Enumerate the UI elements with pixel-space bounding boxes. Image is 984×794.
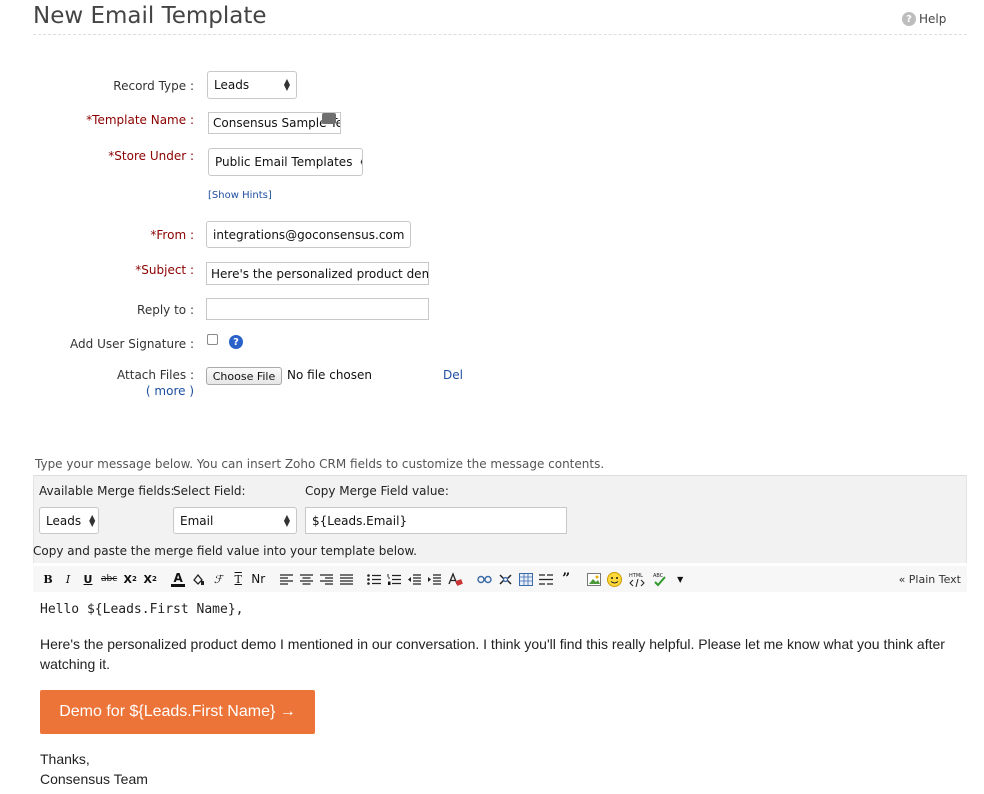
demo-button[interactable]: Demo for ${Leads.First Name} → xyxy=(40,690,315,734)
numbered-list-icon[interactable] xyxy=(387,569,402,589)
select-arrows-icon: ▲▼ xyxy=(283,77,290,92)
help-label: Help xyxy=(919,12,947,26)
help-link[interactable]: ? Help xyxy=(902,12,946,26)
indent-icon[interactable] xyxy=(427,569,442,589)
subscript-icon[interactable]: X2 xyxy=(123,569,137,589)
subject-input[interactable]: Here's the personalized product demo xyxy=(206,262,429,285)
svg-text:HTML: HTML xyxy=(629,573,643,579)
bold-icon[interactable]: B xyxy=(41,569,55,589)
message-closing: Thanks, xyxy=(40,751,90,767)
store-under-value: Public Email Templates xyxy=(215,155,353,169)
svg-text:ABC: ABC xyxy=(653,573,664,579)
copy-merge-value-input[interactable]: ${Leads.Email} xyxy=(305,507,567,534)
spell-check-icon[interactable]: ABC xyxy=(652,569,670,589)
font-family-icon[interactable]: ℱ xyxy=(211,569,225,589)
record-type-label: Record Type : xyxy=(113,79,194,93)
available-fields-select[interactable]: Leads ▲ ▼ xyxy=(39,507,99,534)
info-icon[interactable]: ? xyxy=(229,335,243,349)
clear-format-icon[interactable] xyxy=(447,569,464,589)
select-arrows-icon: ▲▼ xyxy=(283,512,290,528)
underline-icon[interactable]: U xyxy=(81,569,95,589)
align-center-icon[interactable] xyxy=(299,569,313,589)
attach-files-label: Attach Files : xyxy=(117,368,194,382)
message-paragraph: Here's the personalized product demo I m… xyxy=(40,636,945,672)
more-attachments-link[interactable]: ( more ) xyxy=(140,384,194,398)
message-signature: Consensus Team xyxy=(40,771,148,787)
copy-note: Copy and paste the merge field value int… xyxy=(33,544,417,558)
message-greeting: Hello ${Leads.First Name}, xyxy=(40,602,244,617)
file-status: No file chosen xyxy=(287,368,373,382)
signature-label: Add User Signature : xyxy=(70,337,194,351)
copy-value-label: Copy Merge Field value: xyxy=(305,484,449,498)
normal-format-icon[interactable]: Nr xyxy=(251,569,265,589)
horizontal-rule-icon[interactable] xyxy=(539,569,554,589)
link-icon[interactable] xyxy=(477,569,492,589)
store-under-label: *Store Under : xyxy=(108,149,194,163)
merge-instructions: Type your message below. You can insert … xyxy=(35,457,605,471)
reply-to-input[interactable] xyxy=(206,298,429,320)
align-left-icon[interactable] xyxy=(279,569,293,589)
spell-check-dropdown-icon[interactable]: ▼ xyxy=(673,569,687,589)
available-fields-value: Leads xyxy=(46,513,82,528)
copy-merge-value: ${Leads.Email} xyxy=(312,513,408,528)
strikethrough-icon[interactable]: abc xyxy=(101,569,117,589)
select-arrows-icon: ▲▼ xyxy=(360,155,362,169)
html-source-icon[interactable]: HTML xyxy=(628,569,646,589)
emoticon-icon[interactable] xyxy=(607,569,623,589)
delete-attachment-link[interactable]: Del xyxy=(443,368,463,382)
record-type-select[interactable]: Leads ▲ ▼ xyxy=(207,71,297,99)
autofill-icon[interactable] xyxy=(322,113,336,124)
align-justify-icon[interactable] xyxy=(339,569,353,589)
title-divider xyxy=(33,34,967,35)
store-under-select[interactable]: Public Email Templates ▲▼ xyxy=(208,148,363,176)
subject-value: Here's the personalized product demo xyxy=(211,266,429,281)
highlight-color-icon[interactable] xyxy=(191,569,205,589)
unlink-icon[interactable] xyxy=(498,569,513,589)
reply-to-label: Reply to : xyxy=(137,303,194,317)
available-fields-label: Available Merge fields: xyxy=(39,484,175,498)
select-arrows-icon: ▲▼ xyxy=(89,512,96,528)
select-field-label: Select Field: xyxy=(173,484,246,498)
insert-image-icon[interactable] xyxy=(587,569,602,589)
from-label: *From : xyxy=(150,228,194,242)
italic-icon[interactable]: I xyxy=(61,569,75,589)
superscript-icon[interactable]: X2 xyxy=(143,569,157,589)
plain-text-toggle[interactable]: « Plain Text xyxy=(899,573,961,586)
font-size-icon[interactable]: T xyxy=(231,569,245,589)
from-select[interactable]: integrations@goconsensus.com ▲▼ xyxy=(206,221,411,248)
show-hints-link[interactable]: [Show Hints] xyxy=(208,190,272,201)
choose-file-button[interactable]: Choose File xyxy=(206,367,282,385)
subject-label: *Subject : xyxy=(135,263,194,277)
select-field-value: Email xyxy=(180,513,214,528)
page-title: New Email Template xyxy=(33,3,267,29)
record-type-value: Leads xyxy=(214,78,250,92)
editor-toolbar: B I U abc X2 X2 A ℱ T Nr ” HTML ABC ▼ « … xyxy=(33,566,967,592)
select-field-select[interactable]: Email ▲ ▼ xyxy=(173,507,297,534)
help-icon: ? xyxy=(902,12,916,26)
from-value: integrations@goconsensus.com xyxy=(213,227,405,242)
bullet-list-icon[interactable] xyxy=(367,569,382,589)
signature-checkbox[interactable] xyxy=(207,334,218,345)
table-icon[interactable] xyxy=(519,569,534,589)
font-color-icon[interactable]: A xyxy=(171,571,186,587)
align-right-icon[interactable] xyxy=(319,569,333,589)
template-name-label: *Template Name : xyxy=(86,113,194,127)
blockquote-icon[interactable]: ” xyxy=(559,569,573,589)
outdent-icon[interactable] xyxy=(407,569,422,589)
